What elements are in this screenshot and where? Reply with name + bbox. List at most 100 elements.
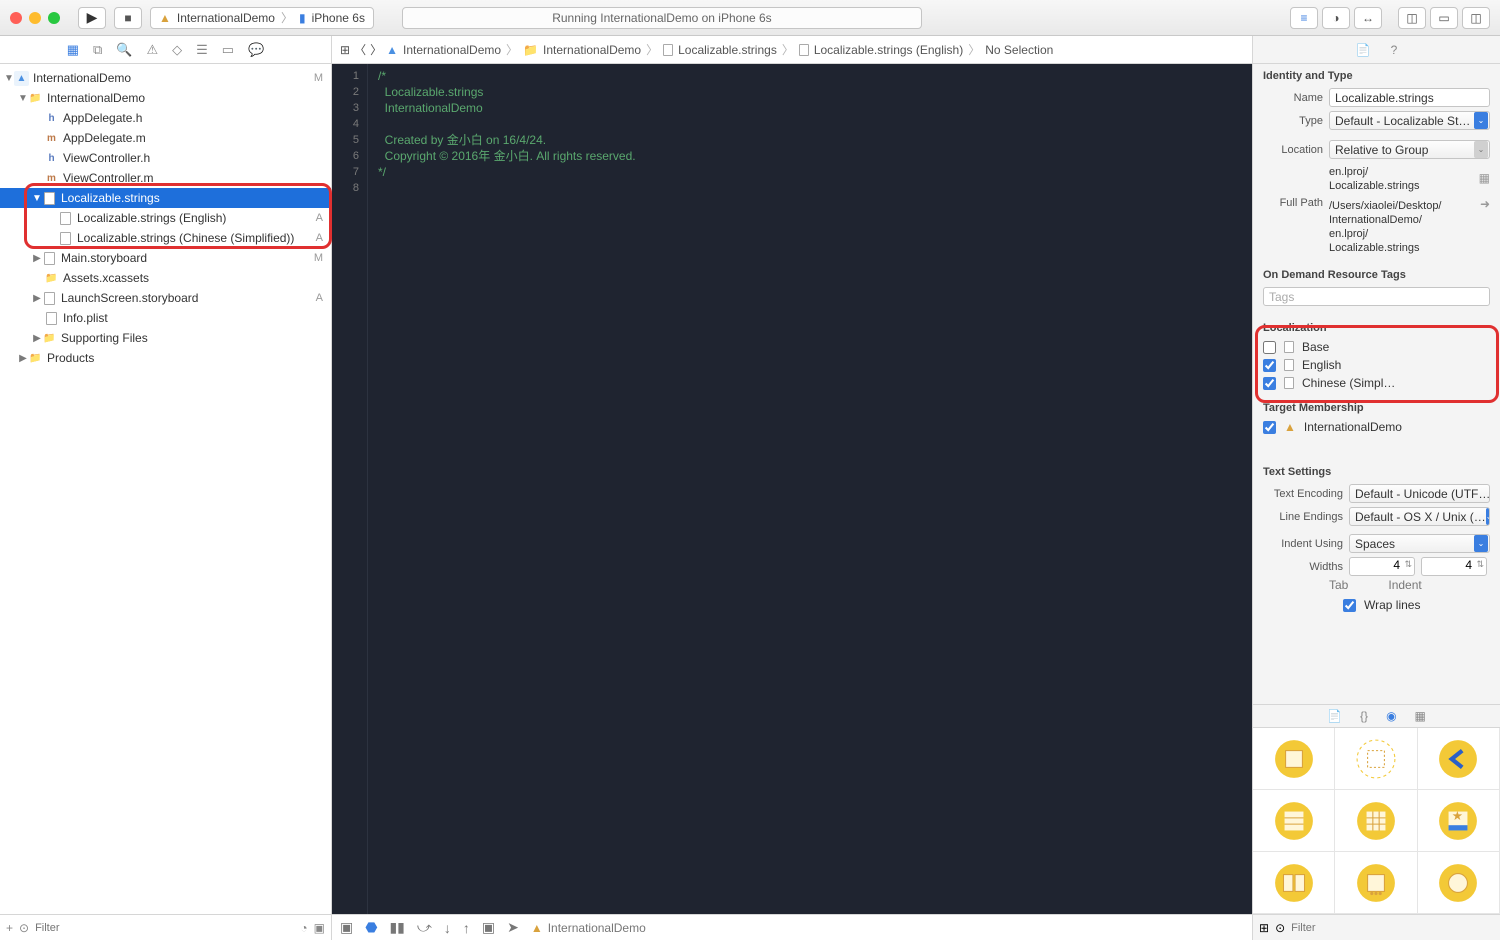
code-snippet-library-tab[interactable]: {} — [1360, 709, 1368, 723]
grid-view-icon[interactable]: ⊞ — [1259, 921, 1269, 935]
toggle-navigator-button[interactable]: ◫ — [1398, 7, 1426, 29]
editor-version-button[interactable]: ↔ — [1354, 7, 1382, 29]
file-localizable-strings[interactable]: ▼ Localizable.strings — [0, 188, 331, 208]
toggle-inspector-button[interactable]: ◫ — [1462, 7, 1490, 29]
editor-standard-button[interactable]: ≡ — [1290, 7, 1318, 29]
reveal-in-finder-icon[interactable]: ➜ — [1480, 197, 1490, 211]
find-navigator-tab[interactable]: 🔍 — [116, 42, 132, 58]
report-navigator-tab[interactable]: 💬 — [248, 42, 264, 58]
odr-section-title: On Demand Resource Tags — [1253, 263, 1500, 285]
text-settings-title: Text Settings — [1253, 460, 1500, 482]
zoom-window-button[interactable] — [48, 12, 60, 24]
minimize-window-button[interactable] — [29, 12, 41, 24]
add-button[interactable]: + — [6, 921, 13, 935]
group-supporting-files[interactable]: ▶📁 Supporting Files — [0, 328, 331, 348]
step-into-icon[interactable]: ↓ — [444, 920, 451, 936]
loc-english-row[interactable]: English — [1253, 356, 1500, 374]
file-info-plist[interactable]: Info.plist — [0, 308, 331, 328]
name-field[interactable]: Localizable.strings — [1329, 88, 1490, 107]
breadcrumb[interactable]: ▲InternationalDemo〉 📁InternationalDemo〉 … — [386, 41, 1053, 58]
step-over-icon[interactable]: ⤻ — [417, 919, 432, 936]
debug-navigator-tab[interactable]: ☰ — [196, 42, 208, 58]
location-icon[interactable]: ➤ — [507, 919, 519, 936]
project-navigator-tab[interactable]: ▦ — [67, 42, 79, 58]
debug-view-icon[interactable]: ▣ — [482, 919, 495, 936]
group-node[interactable]: ▼📁 InternationalDemo — [0, 88, 331, 108]
navigator-filter-bar: + ⊙ ◔ ▣ — [0, 914, 331, 940]
media-library-tab[interactable]: ▦ — [1415, 709, 1426, 723]
type-dropdown[interactable]: Default - Localizable St…⌄ — [1329, 111, 1490, 130]
help-inspector-tab[interactable]: ? — [1391, 43, 1398, 57]
encoding-dropdown[interactable]: Default - Unicode (UTF…⌄ — [1349, 484, 1490, 503]
scm-filter-icon[interactable]: ▣ — [314, 921, 325, 935]
target-membership-row[interactable]: ▲InternationalDemo — [1253, 418, 1500, 436]
lib-collection-view-controller[interactable] — [1335, 790, 1417, 852]
file-main-storyboard[interactable]: ▶ Main.storyboard M — [0, 248, 331, 268]
inspector-panel: 📄 ? Identity and Type Name Localizable.s… — [1252, 36, 1500, 940]
debug-bar: ▣ ⬣ ▮▮ ⤻ ↓ ↑ ▣ ➤ ▲InternationalDemo — [332, 914, 1252, 940]
indent-using-label: Indent Using — [1263, 538, 1343, 550]
library-filter-input[interactable] — [1291, 922, 1494, 934]
window-controls — [10, 12, 60, 24]
lib-split-view-controller[interactable] — [1253, 852, 1335, 914]
file-viewcontroller-m[interactable]: mViewController.m — [0, 168, 331, 188]
lib-page-view-controller[interactable] — [1335, 852, 1417, 914]
indent-using-dropdown[interactable]: Spaces⌄ — [1349, 534, 1490, 553]
continue-icon[interactable]: ▮▮ — [389, 919, 404, 936]
issue-navigator-tab[interactable]: ⚠ — [146, 42, 158, 58]
file-template-library-tab[interactable]: 📄 — [1327, 709, 1342, 723]
step-out-icon[interactable]: ↑ — [463, 920, 470, 936]
project-root-node[interactable]: ▼▲ InternationalDemo M — [0, 68, 331, 88]
file-appdelegate-h[interactable]: hAppDelegate.h — [0, 108, 331, 128]
test-navigator-tab[interactable]: ◇ — [172, 42, 182, 58]
forward-button[interactable]: 〉 — [370, 41, 382, 58]
scheme-selector[interactable]: ▲ InternationalDemo 〉 ▮ iPhone 6s — [150, 7, 374, 29]
file-localizable-english[interactable]: Localizable.strings (English) A — [0, 208, 331, 228]
lib-tab-bar-controller[interactable]: ★ — [1418, 790, 1500, 852]
object-library-grid: ★ — [1253, 728, 1500, 914]
lib-navigation-controller[interactable] — [1418, 728, 1500, 790]
back-button[interactable]: 〈 — [354, 41, 366, 58]
editor-assistant-button[interactable]: ◑ — [1322, 7, 1350, 29]
indent-width-stepper[interactable]: 4 — [1421, 557, 1487, 576]
related-items-button[interactable]: ⊞ — [340, 43, 350, 57]
location-label: Location — [1263, 144, 1323, 156]
file-inspector-tab[interactable]: 📄 — [1356, 43, 1371, 57]
stop-button[interactable]: ■ — [114, 7, 142, 29]
close-window-button[interactable] — [10, 12, 22, 24]
toggle-debug-area-icon[interactable]: ▣ — [340, 919, 353, 936]
toggle-debug-button[interactable]: ▭ — [1430, 7, 1458, 29]
navigator-filter-input[interactable] — [35, 922, 294, 934]
main-toolbar: ▶ ■ ▲ InternationalDemo 〉 ▮ iPhone 6s Ru… — [0, 0, 1500, 36]
run-button[interactable]: ▶ — [78, 7, 106, 29]
filter-scope-icon[interactable]: ⊙ — [19, 921, 29, 935]
location-dropdown[interactable]: Relative to Group⌄ — [1329, 140, 1490, 159]
library-filter-bar: ⊞ ⊙ — [1253, 914, 1500, 940]
choose-location-icon[interactable]: ▦ — [1479, 171, 1490, 185]
recent-filter-icon[interactable]: ◔ — [300, 921, 307, 935]
object-library-tab[interactable]: ◉ — [1386, 709, 1396, 723]
loc-chinese-row[interactable]: Chinese (Simpl… — [1253, 374, 1500, 392]
loc-base-row[interactable]: Base — [1253, 338, 1500, 356]
lib-view-controller[interactable] — [1253, 728, 1335, 790]
lib-glance-controller[interactable] — [1418, 852, 1500, 914]
filter-scope-icon[interactable]: ⊙ — [1275, 921, 1285, 935]
line-endings-dropdown[interactable]: Default - OS X / Unix (…⌄ — [1349, 507, 1490, 526]
lib-container[interactable] — [1335, 728, 1417, 790]
lib-table-view-controller[interactable] — [1253, 790, 1335, 852]
breakpoint-navigator-tab[interactable]: ▭ — [222, 42, 234, 58]
scheme-device-label: iPhone 6s — [312, 11, 365, 25]
file-assets[interactable]: 📁Assets.xcassets — [0, 268, 331, 288]
symbol-navigator-tab[interactable]: ⧉ — [93, 42, 102, 58]
code-editor[interactable]: 12345678 /* Localizable.strings Internat… — [332, 64, 1252, 914]
group-products[interactable]: ▶📁 Products — [0, 348, 331, 368]
file-launchscreen[interactable]: ▶ LaunchScreen.storyboard A — [0, 288, 331, 308]
file-viewcontroller-h[interactable]: hViewController.h — [0, 148, 331, 168]
breakpoints-icon[interactable]: ⬣ — [365, 919, 377, 936]
project-navigator-tree: ▼▲ InternationalDemo M ▼📁 InternationalD… — [0, 64, 331, 914]
file-localizable-chinese[interactable]: Localizable.strings (Chinese (Simplified… — [0, 228, 331, 248]
file-appdelegate-m[interactable]: mAppDelegate.m — [0, 128, 331, 148]
wrap-lines-checkbox[interactable]: Wrap lines — [1253, 596, 1500, 614]
tab-width-stepper[interactable]: 4 — [1349, 557, 1415, 576]
odr-tags-field[interactable]: Tags — [1263, 287, 1490, 306]
